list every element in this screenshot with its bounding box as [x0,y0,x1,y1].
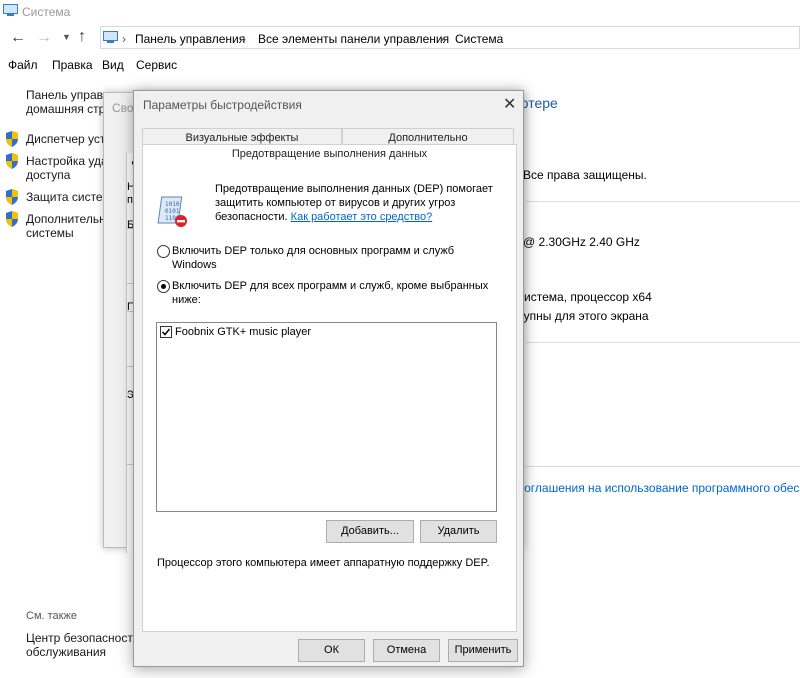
shield-icon [6,153,18,169]
sidebar-item-label: доступа [26,168,71,182]
sidebar-item-protection[interactable]: Защита систем [26,190,111,204]
breadcrumb-all-items[interactable]: Все элементы панели управления [258,32,449,46]
pen-touch-value: тупны для этого экрана [518,309,649,323]
copyright-text: Все права защищены. [523,168,647,182]
dialog-title: Параметры быстродействия [143,98,302,112]
remove-button[interactable]: Удалить [420,520,497,543]
sidebar-item-label: Защита систем [26,190,111,204]
forward-arrow-icon[interactable]: → [36,29,52,47]
hardware-dep-note: Процессор этого компьютера имеет аппарат… [157,557,490,569]
sidebar-item-label: Настройка удал [26,154,115,168]
menu-edit[interactable]: Правка [52,58,93,72]
dep-essential-label[interactable]: Включить DEP только для основных програм… [172,244,454,272]
how-it-works-link[interactable]: Как работает это средство? [291,211,433,223]
breadcrumb-separator-icon[interactable]: › [440,32,444,46]
computer-icon [103,31,118,43]
system-type-value: система, процессор x64 [518,290,652,304]
menu-tools[interactable]: Сервис [136,58,177,72]
address-bar[interactable]: › Панель управления › Все элементы панел… [100,26,800,49]
sidebar-item-device-manager[interactable]: Диспетчер устр [26,132,112,146]
tab-dep[interactable]: Предотвращение выполнения данных [142,144,517,164]
svg-text:0101: 0101 [165,208,180,215]
dep-shield-icon: 1010 0101 1100 [157,196,187,227]
radio-label-line: Включить DEP для всех программ и служб, … [172,280,489,292]
window-title: Система [22,5,71,19]
back-arrow-icon[interactable]: ← [10,29,26,47]
radio-label-line: Включить DEP только для основных програм… [172,245,455,257]
dep-tab-panel: 1010 0101 1100 Предотвращение выполнения… [142,144,517,632]
cancel-button[interactable]: Отмена [373,639,440,662]
ok-button[interactable]: ОК [298,639,365,662]
sidebar-item-label: Дополнительны [26,212,115,226]
sidebar-item-remote[interactable]: Настройка удал доступа [26,154,115,182]
recent-dropdown-icon[interactable]: ▼ [62,32,71,42]
computer-icon [3,4,18,16]
svg-text:1010: 1010 [165,201,180,208]
radio-label-line: ниже: [172,294,201,306]
processor-value: @ 2.30GHz 2.40 GHz [523,235,640,249]
breadcrumb-system[interactable]: Система [455,32,503,46]
exception-program-list[interactable]: Foobnix GTK+ music player [156,322,497,512]
dep-essential-radio[interactable] [157,245,170,258]
breadcrumb-control-panel[interactable]: Панель управления [135,32,245,46]
dep-all-except-label[interactable]: Включить DEP для всех программ и служб, … [172,279,488,307]
divider [526,201,800,202]
dep-all-except-radio[interactable] [157,280,170,293]
performance-options-dialog: Параметры быстродействия ✕ Визуальные эф… [133,90,524,667]
up-arrow-icon[interactable]: ↑ [78,28,86,46]
divider [526,342,800,343]
menu-file[interactable]: Файл [8,58,38,72]
radio-label-line: Windows [172,259,217,271]
menu-bar: Файл Правка Вид Сервис [0,54,800,76]
sidebar-item-advanced[interactable]: Дополнительны системы [26,212,114,240]
shield-icon [6,189,18,205]
window-titlebar: Система [0,0,800,24]
sidebar-item-label: системы [26,226,74,240]
dep-description-line: безопасности. [215,211,288,223]
sidebar-item-label: Центр безопасности [26,631,140,645]
dep-description: Предотвращение выполнения данных (DEP) п… [215,182,493,224]
dep-description-line: защитить компьютер от вирусов и других у… [215,197,456,209]
shield-icon [6,211,18,227]
close-icon[interactable]: ✕ [503,94,516,114]
sidebar-item-label: обслуживания [26,645,107,659]
see-also-heading: См. также [26,610,77,622]
sidebar-security-link[interactable]: Центр безопасности обслуживания [26,631,140,659]
shield-icon [6,131,18,147]
menu-view[interactable]: Вид [102,58,124,72]
breadcrumb-separator-icon[interactable]: › [122,32,126,46]
add-button[interactable]: Добавить... [326,520,414,543]
program-name: Foobnix GTK+ music player [175,326,312,338]
breadcrumb-separator-icon[interactable]: › [242,32,246,46]
divider [526,466,800,467]
checkmark-icon [161,328,171,336]
dep-description-line: Предотвращение выполнения данных (DEP) п… [215,183,493,195]
sidebar-item-label: Диспетчер устр [26,132,113,146]
license-link[interactable]: соглашения на использование программного… [518,481,800,495]
program-checkbox[interactable] [160,326,172,338]
apply-button[interactable]: Применить [448,639,518,662]
